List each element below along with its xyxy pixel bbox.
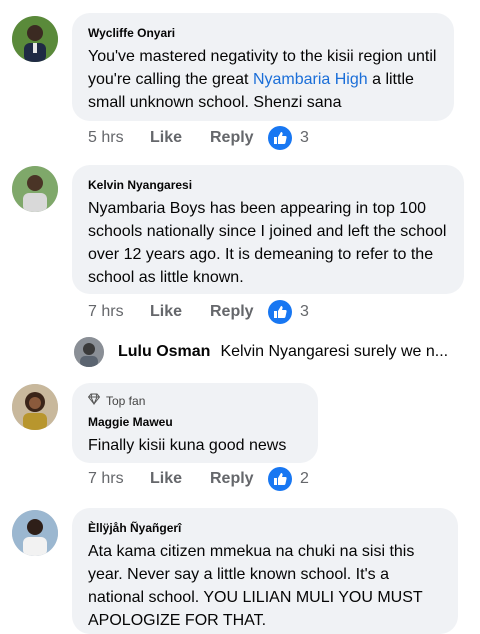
mention-link[interactable]: Nyambaria High	[253, 71, 368, 88]
timestamp[interactable]: 7 hrs	[88, 470, 150, 488]
thumbs-up-icon[interactable]	[268, 126, 292, 150]
avatar[interactable]	[74, 337, 104, 367]
timestamp[interactable]: 5 hrs	[88, 129, 150, 147]
top-fan-badge: Top fan	[87, 393, 302, 408]
reply-button[interactable]: Reply	[210, 129, 268, 147]
comment-bubble: Top fan Maggie Maweu Finally kisii kuna …	[72, 383, 318, 463]
comment-text: Nyambaria Boys has been appearing in top…	[88, 200, 447, 286]
thumbs-up-icon[interactable]	[268, 467, 292, 491]
comment-author[interactable]: Wycliffe Onyari	[88, 25, 438, 41]
reply-preview[interactable]: Lulu Osman Kelvin Nyangaresi surely we n…	[74, 337, 448, 367]
reply-author[interactable]: Lulu Osman	[118, 343, 210, 361]
avatar[interactable]	[12, 510, 58, 556]
badge-label: Top fan	[106, 393, 146, 408]
comment-bubble: Èllÿjåh Ñyañgerî Ata kama citizen mmekua…	[72, 508, 458, 634]
like-button[interactable]: Like	[150, 129, 210, 147]
reaction-count[interactable]: 3	[300, 129, 309, 147]
comment-actions: 5 hrs Like Reply 3	[88, 126, 309, 150]
comment-actions: 7 hrs Like Reply 2	[88, 467, 309, 491]
comment-author[interactable]: Maggie Maweu	[88, 414, 302, 430]
reply-text: Kelvin Nyangaresi surely we n...	[220, 343, 449, 360]
like-button[interactable]: Like	[150, 470, 210, 488]
diamond-icon	[87, 393, 101, 408]
avatar[interactable]	[12, 384, 58, 430]
reply-button[interactable]: Reply	[210, 470, 268, 488]
thumbs-up-icon[interactable]	[268, 300, 292, 324]
like-button[interactable]: Like	[150, 303, 210, 321]
avatar[interactable]	[12, 16, 58, 62]
reaction-count[interactable]: 2	[300, 470, 309, 488]
comment-author[interactable]: Kelvin Nyangaresi	[88, 177, 448, 193]
avatar[interactable]	[12, 166, 58, 212]
comment-bubble: Kelvin Nyangaresi Nyambaria Boys has bee…	[72, 165, 464, 294]
comment-text: You've mastered negativity to the kisii …	[88, 45, 438, 114]
comment-actions: 7 hrs Like Reply 3	[88, 300, 309, 324]
comment-bubble: Wycliffe Onyari You've mastered negativi…	[72, 13, 454, 121]
comment-text: Finally kisii kuna good news	[88, 437, 287, 454]
reaction-count[interactable]: 3	[300, 303, 309, 321]
comment-author[interactable]: Èllÿjåh Ñyañgerî	[88, 520, 442, 536]
timestamp[interactable]: 7 hrs	[88, 303, 150, 321]
comment-text: Ata kama citizen mmekua na chuki na sisi…	[88, 543, 423, 629]
reply-button[interactable]: Reply	[210, 303, 268, 321]
